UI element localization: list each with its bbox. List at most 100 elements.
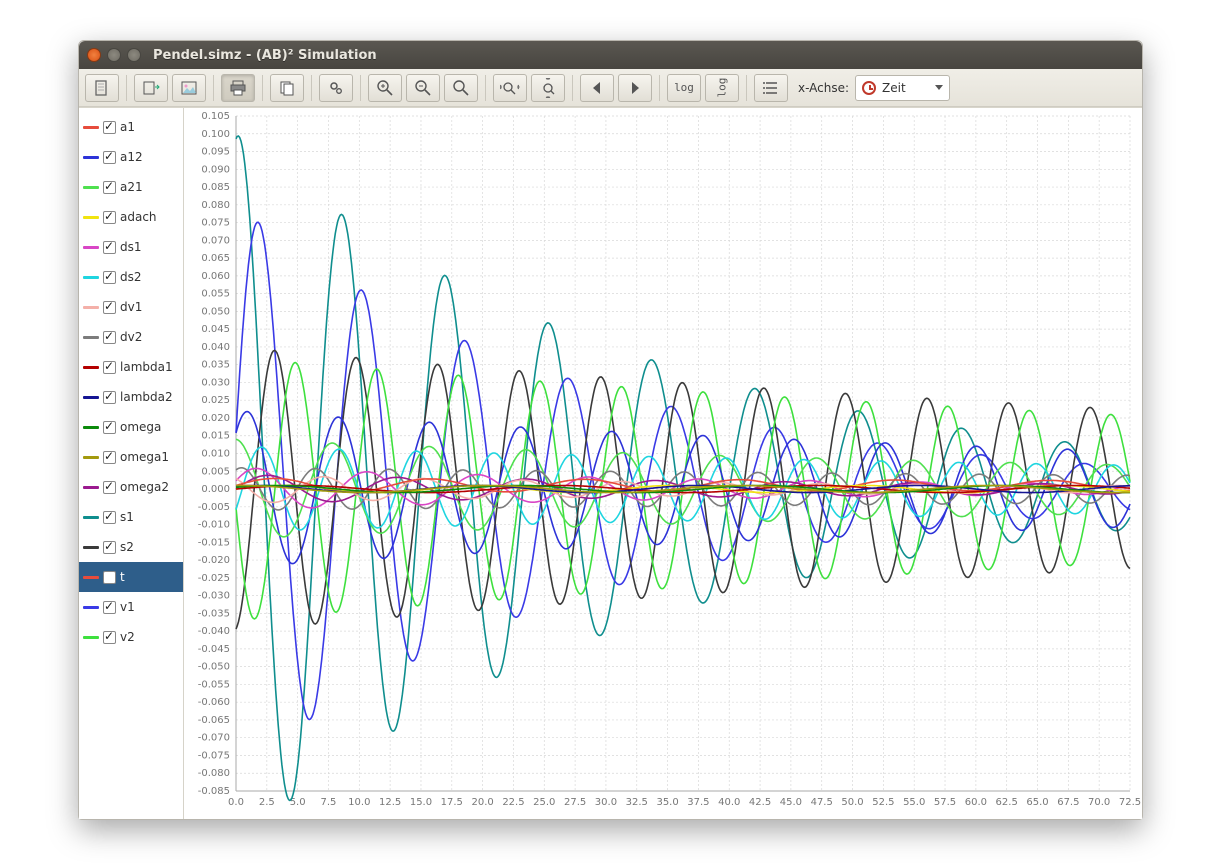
legend-item-t[interactable]: t	[79, 562, 183, 592]
svg-text:-0.030: -0.030	[198, 591, 230, 602]
legend-item-adach[interactable]: adach	[79, 202, 183, 232]
svg-text:20.0: 20.0	[471, 797, 493, 808]
close-icon[interactable]	[87, 48, 101, 62]
legend-checkbox[interactable]	[103, 631, 116, 644]
legend-panel[interactable]: a1a12a21adachds1ds2dv1dv2lambda1lambda2o…	[79, 108, 184, 819]
xaxis-value: Zeit	[882, 81, 906, 95]
legend-item-v2[interactable]: v2	[79, 622, 183, 652]
svg-text:0.100: 0.100	[201, 129, 230, 140]
toolbar-separator	[262, 75, 263, 101]
legend-checkbox[interactable]	[103, 451, 116, 464]
plot-area[interactable]: 0.02.55.07.510.012.515.017.520.022.525.0…	[184, 108, 1142, 819]
svg-text:0.095: 0.095	[201, 147, 230, 158]
legend-checkbox[interactable]	[103, 121, 116, 134]
svg-text:40.0: 40.0	[718, 797, 740, 808]
legend-swatch	[83, 486, 99, 489]
svg-text:25.0: 25.0	[533, 797, 555, 808]
export-image-button[interactable]	[172, 74, 206, 102]
svg-text:0.105: 0.105	[201, 111, 230, 122]
legend-checkbox[interactable]	[103, 601, 116, 614]
legend-checkbox[interactable]	[103, 151, 116, 164]
legend-swatch	[83, 366, 99, 369]
legend-item-s2[interactable]: s2	[79, 532, 183, 562]
legend-swatch	[83, 546, 99, 549]
minimize-icon[interactable]	[107, 48, 121, 62]
legend-item-ds2[interactable]: ds2	[79, 262, 183, 292]
legend-item-ds1[interactable]: ds1	[79, 232, 183, 262]
svg-text:0.005: 0.005	[201, 466, 230, 477]
svg-text:0.055: 0.055	[201, 289, 230, 300]
legend-checkbox[interactable]	[103, 271, 116, 284]
legend-checkbox[interactable]	[103, 481, 116, 494]
legend-item-omega1[interactable]: omega1	[79, 442, 183, 472]
toolbar-separator	[213, 75, 214, 101]
legend-checkbox[interactable]	[103, 211, 116, 224]
copy-button[interactable]	[270, 74, 304, 102]
legend-item-lambda1[interactable]: lambda1	[79, 352, 183, 382]
legend-item-lambda2[interactable]: lambda2	[79, 382, 183, 412]
svg-text:52.5: 52.5	[872, 797, 894, 808]
svg-text:-0.065: -0.065	[198, 715, 230, 726]
legend-swatch	[83, 336, 99, 339]
scroll-left-button[interactable]	[580, 74, 614, 102]
settings-button[interactable]	[319, 74, 353, 102]
legend-checkbox[interactable]	[103, 331, 116, 344]
legend-item-dv1[interactable]: dv1	[79, 292, 183, 322]
zoom-y-button[interactable]	[531, 74, 565, 102]
svg-text:-0.040: -0.040	[198, 626, 230, 637]
legend-swatch	[83, 396, 99, 399]
svg-text:0.015: 0.015	[201, 431, 230, 442]
svg-text:0.0: 0.0	[228, 797, 244, 808]
export-data-button[interactable]	[134, 74, 168, 102]
svg-text:0.080: 0.080	[201, 200, 230, 211]
legend-item-a1[interactable]: a1	[79, 112, 183, 142]
legend-label: a1	[120, 120, 135, 134]
xaxis-select[interactable]: Zeit	[855, 75, 950, 101]
legend-label: omega2	[120, 480, 169, 494]
svg-text:0.035: 0.035	[201, 360, 230, 371]
legend-item-dv2[interactable]: dv2	[79, 322, 183, 352]
legend-label: dv1	[120, 300, 142, 314]
legend-item-a12[interactable]: a12	[79, 142, 183, 172]
log-x-button[interactable]: log	[705, 74, 739, 102]
window-title: Pendel.simz - (AB)² Simulation	[153, 48, 377, 63]
legend-checkbox[interactable]	[103, 391, 116, 404]
zoom-in-button[interactable]	[368, 74, 402, 102]
maximize-icon[interactable]	[127, 48, 141, 62]
legend-list-button[interactable]	[754, 74, 788, 102]
legend-checkbox[interactable]	[103, 571, 116, 584]
legend-checkbox[interactable]	[103, 241, 116, 254]
new-document-button[interactable]	[85, 74, 119, 102]
svg-text:12.5: 12.5	[379, 797, 401, 808]
legend-swatch	[83, 636, 99, 639]
legend-swatch	[83, 456, 99, 459]
svg-text:0.065: 0.065	[201, 253, 230, 264]
legend-swatch	[83, 576, 99, 579]
legend-label: t	[120, 570, 125, 584]
legend-checkbox[interactable]	[103, 511, 116, 524]
legend-checkbox[interactable]	[103, 301, 116, 314]
title-bar[interactable]: Pendel.simz - (AB)² Simulation	[79, 41, 1142, 69]
legend-item-s1[interactable]: s1	[79, 502, 183, 532]
legend-item-v1[interactable]: v1	[79, 592, 183, 622]
zoom-out-button[interactable]	[406, 74, 440, 102]
legend-checkbox[interactable]	[103, 421, 116, 434]
svg-text:62.5: 62.5	[996, 797, 1018, 808]
legend-item-omega2[interactable]: omega2	[79, 472, 183, 502]
zoom-x-button[interactable]	[493, 74, 527, 102]
zoom-fit-button[interactable]	[444, 74, 478, 102]
svg-text:0.030: 0.030	[201, 377, 230, 388]
svg-text:0.060: 0.060	[201, 271, 230, 282]
svg-text:17.5: 17.5	[441, 797, 463, 808]
legend-swatch	[83, 186, 99, 189]
legend-checkbox[interactable]	[103, 181, 116, 194]
legend-checkbox[interactable]	[103, 541, 116, 554]
svg-text:22.5: 22.5	[502, 797, 524, 808]
legend-item-omega[interactable]: omega	[79, 412, 183, 442]
legend-item-a21[interactable]: a21	[79, 172, 183, 202]
legend-checkbox[interactable]	[103, 361, 116, 374]
print-button[interactable]	[221, 74, 255, 102]
scroll-right-button[interactable]	[618, 74, 652, 102]
svg-text:47.5: 47.5	[811, 797, 833, 808]
log-y-button[interactable]: log	[667, 74, 701, 102]
